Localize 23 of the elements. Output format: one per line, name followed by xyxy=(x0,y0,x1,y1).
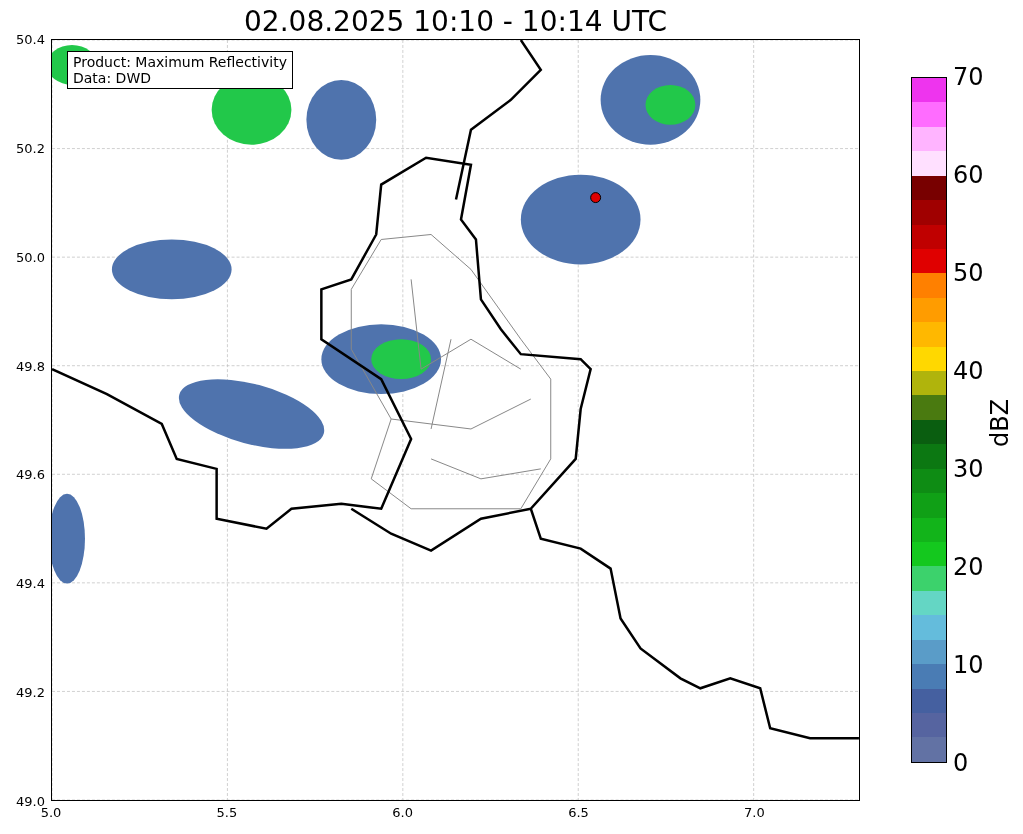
colorbar-tick-label: 0 xyxy=(953,749,969,777)
axis-tick-label: 49.8 xyxy=(16,358,45,374)
axis-tick-label: 6.0 xyxy=(392,805,414,820)
colorbar-tick-label: 20 xyxy=(953,553,984,581)
axis-tick-label: 49.6 xyxy=(16,466,45,482)
colorbar-tick-label: 60 xyxy=(953,161,984,189)
legend-text: Product: Maximum Reflectivity xyxy=(73,54,287,70)
axis-tick-label: 50.4 xyxy=(16,31,45,47)
axis-tick-label: 7.0 xyxy=(744,805,765,820)
colorbar-tick-label: 40 xyxy=(953,357,984,385)
colorbar-tick-label: 10 xyxy=(953,651,984,679)
axis-tick-label: 49.4 xyxy=(16,575,45,591)
legend-text: Data: DWD xyxy=(73,70,152,86)
colorbar-label: dBZ xyxy=(986,398,1014,448)
axis-tick-label: 50.2 xyxy=(16,140,45,156)
colorbar-tick-label: 70 xyxy=(953,63,984,91)
colorbar-tick-label: 50 xyxy=(953,259,984,287)
axis-tick-label: 49.2 xyxy=(16,684,45,700)
chart-title: 02.08.2025 10:10 - 10:14 UTC xyxy=(244,5,667,39)
axis-tick-label: 50.0 xyxy=(16,249,45,265)
colorbar-tick-label: 30 xyxy=(953,455,984,483)
axis-tick-label: 6.5 xyxy=(568,805,589,820)
axis-tick-label: 5.5 xyxy=(216,805,238,820)
